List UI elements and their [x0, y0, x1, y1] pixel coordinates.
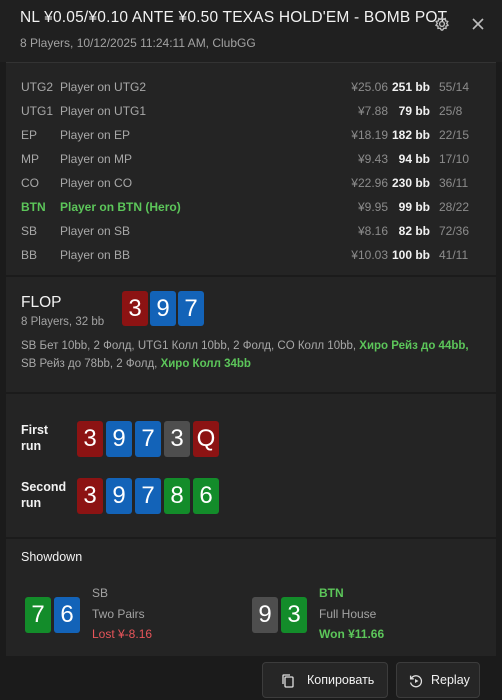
copy-icon [280, 673, 296, 689]
player-position: BTN [21, 200, 46, 214]
playing-card: 9 [106, 478, 132, 514]
player-stack: ¥9.43 [357, 152, 388, 166]
runs-panel: First run Second run 3973Q39786 [6, 394, 496, 537]
player-stats: 28/22 [439, 200, 470, 214]
street-subtitle: 8 Players, 32 bb [21, 316, 105, 328]
player-stack-bb: 94 bb [398, 152, 430, 166]
player-name: Player on UTG2 [60, 80, 147, 94]
playing-card: 9 [150, 291, 176, 326]
player-position: UTG2 [21, 80, 54, 94]
player-stack: ¥18.19 [351, 128, 388, 142]
player-row: MP Player on MP ¥9.43 94 bb 17/10 [6, 149, 496, 169]
player-name: Player on BB [60, 248, 131, 262]
replay-button[interactable]: Replay [396, 662, 480, 698]
player-stack: ¥7.88 [357, 104, 388, 118]
hero-action: Хиро Рейз до 44bb, [359, 340, 469, 352]
player-row: BB Player on BB ¥10.03 100 bb 41/11 [6, 245, 496, 265]
player-stack-bb: 99 bb [398, 200, 430, 214]
btn-hand: Full House [319, 607, 377, 621]
player-row: UTG2 Player on UTG2 ¥25.06 251 bb 55/14 [6, 77, 496, 97]
action-text: SB Бет 10bb, 2 Фолд, UTG1 Колл 10bb, 2 Ф… [21, 340, 360, 352]
player-position: EP [21, 128, 38, 142]
player-name: Player on EP [60, 128, 131, 142]
player-stack: ¥22.96 [351, 176, 388, 190]
playing-card: 9 [106, 421, 132, 457]
hand-subtitle: 8 Players, 10/12/2025 11:24:11 AM, ClubG… [20, 36, 256, 50]
playing-card: 7 [135, 478, 161, 514]
player-row: EP Player on EP ¥18.19 182 bb 22/15 [6, 125, 496, 145]
sb-result: Lost ¥-8.16 [92, 627, 153, 641]
player-position: UTG1 [21, 104, 54, 118]
player-row: SB Player on SB ¥8.16 82 bb 72/36 [6, 221, 496, 241]
player-position: BB [21, 248, 38, 262]
copy-button[interactable]: Копировать [262, 662, 388, 698]
player-stack-bb: 251 bb [391, 80, 430, 94]
hand-title: NL ¥0.05/¥0.10 ANTE ¥0.50 TEXAS HOLD'EM … [20, 9, 448, 26]
player-position: CO [21, 176, 39, 190]
window-header: NL ¥0.05/¥0.10 ANTE ¥0.50 TEXAS HOLD'EM … [0, 0, 502, 62]
playing-card: 3 [281, 597, 307, 633]
action-text: SB Рейз до 78bb, 2 Фолд, [21, 357, 161, 370]
player-row: CO Player on CO ¥22.96 230 bb 36/11 [6, 173, 496, 193]
replay-button-label: Replay [431, 673, 470, 687]
player-stack-bb: 230 bb [391, 176, 430, 190]
hero-action: Хиро Колл 34bb [160, 357, 251, 370]
player-name: Player on SB [60, 224, 131, 238]
sb-position: SB [92, 586, 109, 600]
playing-card: 3 [77, 478, 103, 514]
player-stack: ¥8.16 [357, 224, 388, 238]
player-stats: 55/14 [439, 80, 470, 94]
player-stack-bb: 79 bb [398, 104, 430, 118]
player-row: BTN Player on BTN (Hero) ¥9.95 99 bb 28/22 [6, 197, 496, 217]
close-icon[interactable] [467, 13, 489, 35]
flop-action-text: SB Бет 10bb, 2 Фолд, UTG1 Колл 10bb, 2 Ф… [21, 338, 486, 373]
player-name: Player on UTG1 [60, 104, 147, 118]
player-stats: 25/8 [439, 104, 463, 118]
player-stats: 41/11 [439, 248, 469, 262]
player-stack-bb: 82 bb [398, 224, 430, 238]
replay-icon [408, 673, 424, 689]
playing-card: 6 [54, 597, 80, 633]
sb-hand: Two Pairs [92, 607, 145, 621]
player-stats: 36/11 [439, 176, 469, 190]
showdown-title: Showdown [21, 550, 83, 564]
player-stats: 22/15 [439, 128, 470, 142]
showdown-panel: Showdown 76 93 SB Two Pairs Lost ¥-8.16 B… [6, 539, 496, 656]
playing-card: 6 [193, 478, 219, 514]
street-title: FLOP [21, 294, 62, 311]
player-row: UTG1 Player on UTG1 ¥7.88 79 bb 25/8 [6, 101, 496, 121]
player-name: Player on BTN (Hero) [60, 200, 181, 214]
player-position: MP [21, 152, 39, 166]
player-position: SB [21, 224, 38, 238]
btn-result: Won ¥11.66 [319, 627, 385, 641]
player-name: Player on CO [60, 176, 133, 190]
players-panel: UTG2 Player on UTG2 ¥25.06 251 bb 55/14 UTG1 P… [6, 62, 496, 275]
playing-card: 7 [25, 597, 51, 633]
player-stack: ¥10.03 [351, 248, 388, 262]
playing-card: 7 [178, 291, 204, 326]
playing-card: 3 [122, 291, 148, 326]
playing-card: 7 [135, 421, 161, 457]
playing-card: 8 [164, 478, 190, 514]
playing-card: 3 [164, 421, 190, 457]
playing-card: Q [193, 421, 219, 457]
player-stack-bb: 100 bb [391, 248, 430, 262]
player-stats: 72/36 [439, 224, 470, 238]
playing-card: 9 [252, 597, 278, 633]
btn-position: BTN [319, 586, 344, 600]
first-run-label: First run [21, 423, 49, 453]
second-run-label: Second run [21, 480, 67, 510]
player-name: Player on MP [60, 152, 133, 166]
playing-card: 3 [77, 421, 103, 457]
flop-panel: FLOP 8 Players, 32 bb 397 SB Бет 10bb, 2… [6, 277, 496, 392]
player-stack: ¥25.06 [351, 80, 388, 94]
copy-button-label: Копировать [307, 673, 375, 687]
player-stats: 17/10 [439, 152, 470, 166]
player-stack: ¥9.95 [357, 200, 388, 214]
gear-icon[interactable] [431, 13, 453, 35]
player-stack-bb: 182 bb [391, 128, 430, 142]
